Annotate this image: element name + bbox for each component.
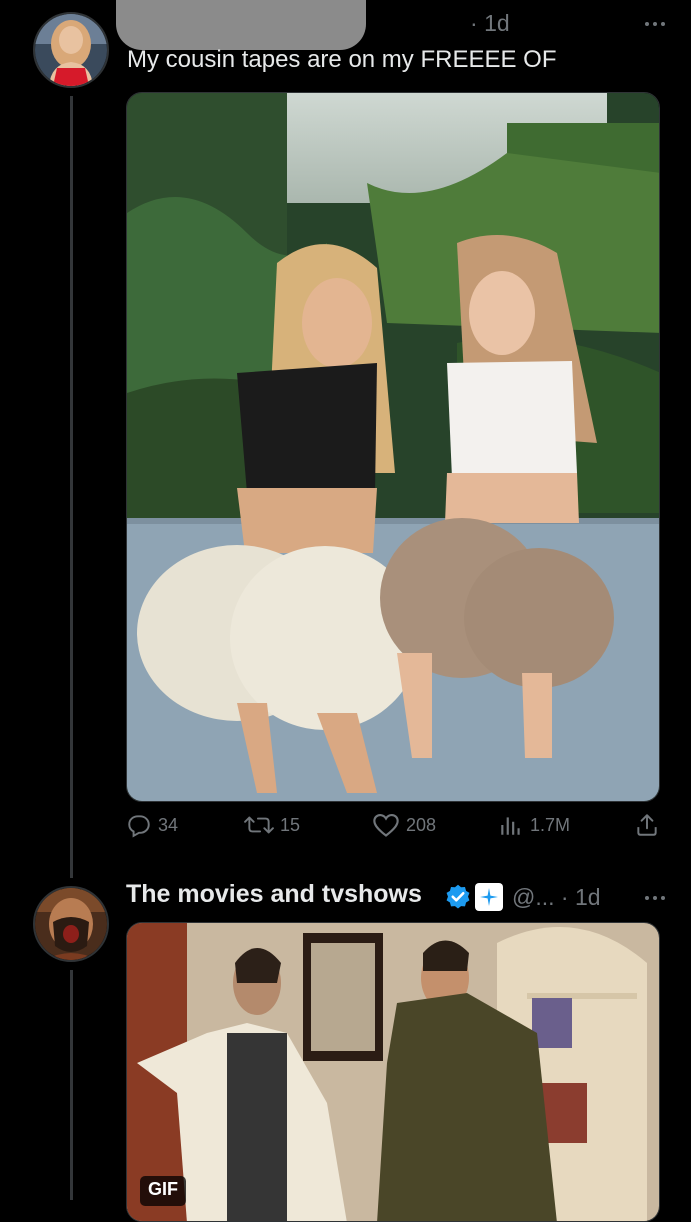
affiliate-badge-icon[interactable] (475, 883, 503, 911)
share-button[interactable] (634, 812, 660, 838)
thread-line (70, 970, 73, 1200)
retweet-icon (244, 816, 274, 834)
like-button[interactable]: 208 (372, 812, 436, 838)
verified-icon (446, 884, 470, 909)
more-icon[interactable] (645, 22, 665, 26)
display-name[interactable]: The movies and tvshows (126, 880, 422, 909)
tweet-handle-time[interactable]: @... · 1d (512, 884, 601, 911)
more-icon[interactable] (645, 896, 665, 900)
tweet-time[interactable]: · 1d (470, 10, 510, 37)
retweet-count: 15 (280, 814, 301, 835)
gif-badge: GIF (140, 1176, 186, 1206)
photo-image (127, 93, 659, 801)
views-count: 1.7M (530, 814, 571, 835)
gif-image (127, 923, 659, 1221)
avatar[interactable] (33, 886, 109, 962)
thread-line (70, 96, 73, 878)
views-button[interactable]: 1.7M (498, 812, 570, 838)
reply-icon (128, 815, 150, 838)
reply-count: 34 (158, 814, 179, 835)
redacted-username (116, 0, 366, 50)
retweet-button[interactable]: 15 (244, 812, 300, 838)
like-count: 208 (406, 814, 437, 835)
action-bar: 34 15 208 1.7M (126, 812, 660, 846)
reply-button[interactable]: 34 (126, 812, 178, 838)
tweet-gif[interactable] (126, 922, 660, 1222)
avatar[interactable] (33, 12, 109, 88)
tweet-photo[interactable] (126, 92, 660, 802)
share-icon (637, 814, 657, 836)
like-icon (373, 814, 399, 837)
views-icon (501, 817, 520, 835)
tweet-text: My cousin tapes are on my FREEEE OF (127, 46, 557, 73)
